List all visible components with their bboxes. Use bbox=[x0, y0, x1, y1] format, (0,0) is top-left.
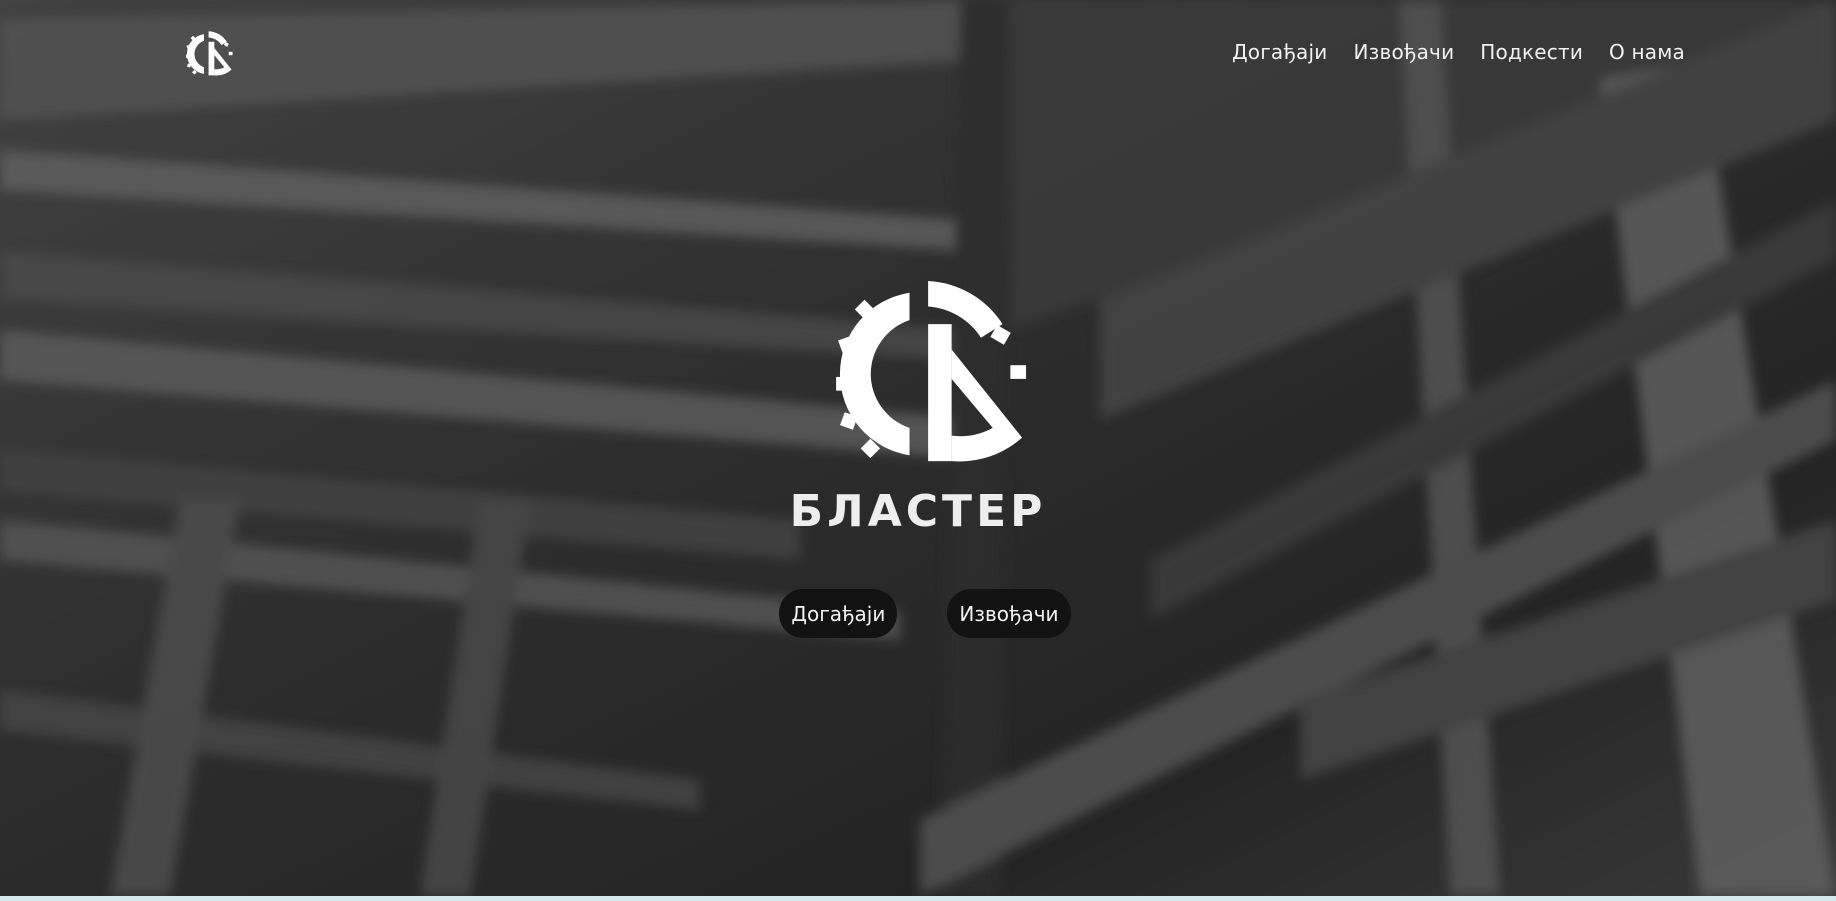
nav-item-about[interactable]: О нама bbox=[1609, 40, 1685, 64]
hero-section: Догађаји Извођачи Подкести О нама БЛАСТЕ… bbox=[0, 0, 1836, 896]
hero-logo-icon bbox=[836, 281, 1027, 462]
header-logo-icon[interactable] bbox=[186, 31, 234, 77]
performers-button[interactable]: Извођачи bbox=[947, 589, 1071, 638]
brand-title: БЛАСТЕР bbox=[789, 486, 1047, 537]
nav-item-performers[interactable]: Извођачи bbox=[1353, 40, 1454, 64]
nav-item-events[interactable]: Догађаји bbox=[1232, 40, 1328, 64]
nav-item-podcasts[interactable]: Подкести bbox=[1480, 40, 1583, 64]
page-bottom-strip bbox=[0, 896, 1836, 901]
main-nav: Догађаји Извођачи Подкести О нама bbox=[1232, 40, 1685, 64]
hero-cta-row: Догађаји Извођачи bbox=[0, 589, 1836, 638]
events-button[interactable]: Догађаји bbox=[779, 589, 898, 638]
